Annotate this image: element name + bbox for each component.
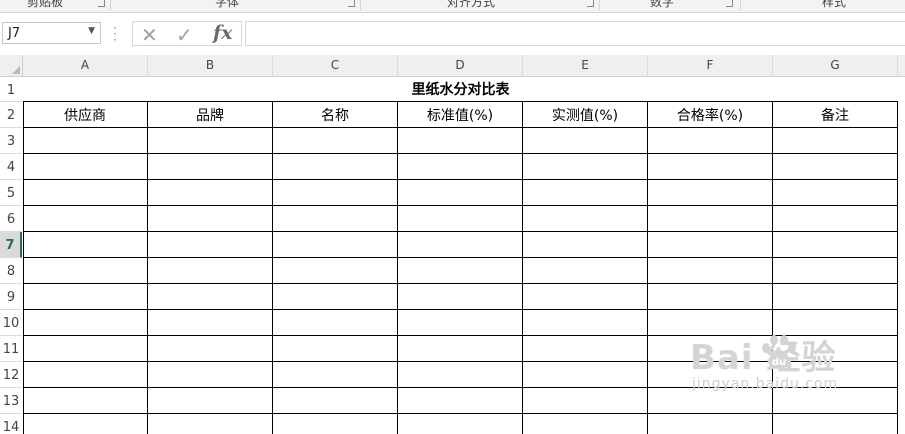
- row-header-1[interactable]: 1: [0, 77, 22, 102]
- table-border: [397, 128, 398, 434]
- ribbon-separator: [740, 0, 741, 10]
- row-header-2[interactable]: 2: [0, 102, 22, 128]
- select-all-triangle-icon: [12, 66, 20, 74]
- formula-buttons: ✕ ✓ fx: [132, 21, 242, 47]
- row-header-8[interactable]: 8: [0, 258, 22, 284]
- row-header-4[interactable]: 4: [0, 154, 22, 180]
- ribbon-group-number[interactable]: 数字: [650, 0, 674, 10]
- column-header-g[interactable]: G: [773, 55, 898, 76]
- ribbon-separator: [110, 0, 111, 10]
- cancel-icon[interactable]: ✕: [141, 23, 158, 47]
- row-header-14[interactable]: 14: [0, 414, 22, 434]
- row-header-13[interactable]: 13: [0, 388, 22, 414]
- ribbon-group-clipboard[interactable]: 剪贴板: [27, 0, 63, 10]
- ribbon-group-labels: 剪贴板 字体 对齐方式 数字 样式: [0, 0, 905, 13]
- header-cell-standard[interactable]: 标准值(%): [398, 102, 523, 128]
- table-border: [647, 128, 648, 434]
- more-options-icon[interactable]: · · ·: [113, 22, 117, 46]
- font-launcher-icon[interactable]: [348, 0, 355, 7]
- name-box-value: J7: [8, 26, 21, 41]
- enter-check-icon[interactable]: ✓: [176, 23, 193, 47]
- table-border: [522, 128, 523, 434]
- baidu-jingyan-watermark: Bai 经验 du jingyan.baidu.com: [690, 330, 895, 415]
- ribbon-group-font[interactable]: 字体: [215, 0, 239, 10]
- row-header-9[interactable]: 9: [0, 284, 22, 310]
- column-header-e[interactable]: E: [523, 55, 648, 76]
- alignment-launcher-icon[interactable]: [587, 0, 594, 7]
- table-border: [23, 231, 898, 232]
- table-border: [23, 102, 24, 434]
- chevron-down-icon[interactable]: ▼: [88, 26, 95, 36]
- column-header-b[interactable]: B: [148, 55, 273, 76]
- name-box[interactable]: J7 ▼: [2, 22, 101, 44]
- table-border: [23, 179, 898, 180]
- row-header-5[interactable]: 5: [0, 180, 22, 206]
- clipboard-launcher-icon[interactable]: [98, 0, 105, 7]
- column-header-a[interactable]: A: [23, 55, 148, 76]
- formula-bar: J7 ▼ · · · ✕ ✓ fx: [0, 13, 905, 59]
- watermark-url: jingyan.baidu.com: [692, 376, 839, 392]
- table-border: [23, 283, 898, 284]
- number-launcher-icon[interactable]: [726, 0, 733, 7]
- select-all-button[interactable]: [0, 55, 23, 77]
- table-border: [897, 128, 898, 434]
- row-header-10[interactable]: 10: [0, 310, 22, 336]
- sheet-title-cell[interactable]: 里纸水分对比表: [23, 77, 898, 102]
- ribbon-separator: [599, 0, 600, 10]
- ribbon-group-styles[interactable]: 样式: [822, 0, 846, 10]
- header-cell-name[interactable]: 名称: [273, 102, 398, 128]
- header-cell-brand[interactable]: 品牌: [148, 102, 273, 128]
- ribbon-group-alignment[interactable]: 对齐方式: [447, 0, 495, 10]
- formula-input[interactable]: [245, 21, 905, 46]
- column-headers: A B C D E F G: [23, 55, 905, 77]
- header-cell-supplier[interactable]: 供应商: [23, 102, 148, 128]
- header-cell-remarks[interactable]: 备注: [773, 102, 898, 128]
- svg-text:du: du: [772, 357, 786, 368]
- paw-icon: du: [762, 335, 796, 369]
- row-header-12[interactable]: 12: [0, 362, 22, 388]
- row-header-11[interactable]: 11: [0, 336, 22, 362]
- ribbon-separator: [360, 0, 361, 10]
- header-cell-pass-rate[interactable]: 合格率(%): [648, 102, 773, 128]
- column-header-d[interactable]: D: [398, 55, 523, 76]
- table-border: [272, 128, 273, 434]
- row-header-6[interactable]: 6: [0, 206, 22, 232]
- row-header-7[interactable]: 7: [0, 232, 22, 258]
- insert-function-icon[interactable]: fx: [213, 22, 233, 44]
- column-header-f[interactable]: F: [648, 55, 773, 76]
- table-border: [147, 128, 148, 434]
- column-header-c[interactable]: C: [273, 55, 398, 76]
- header-cell-measured[interactable]: 实测值(%): [523, 102, 648, 128]
- table-border: [23, 257, 898, 258]
- table-border: [23, 309, 898, 310]
- row-header-3[interactable]: 3: [0, 128, 22, 154]
- table-border: [23, 205, 898, 206]
- table-border: [23, 153, 898, 154]
